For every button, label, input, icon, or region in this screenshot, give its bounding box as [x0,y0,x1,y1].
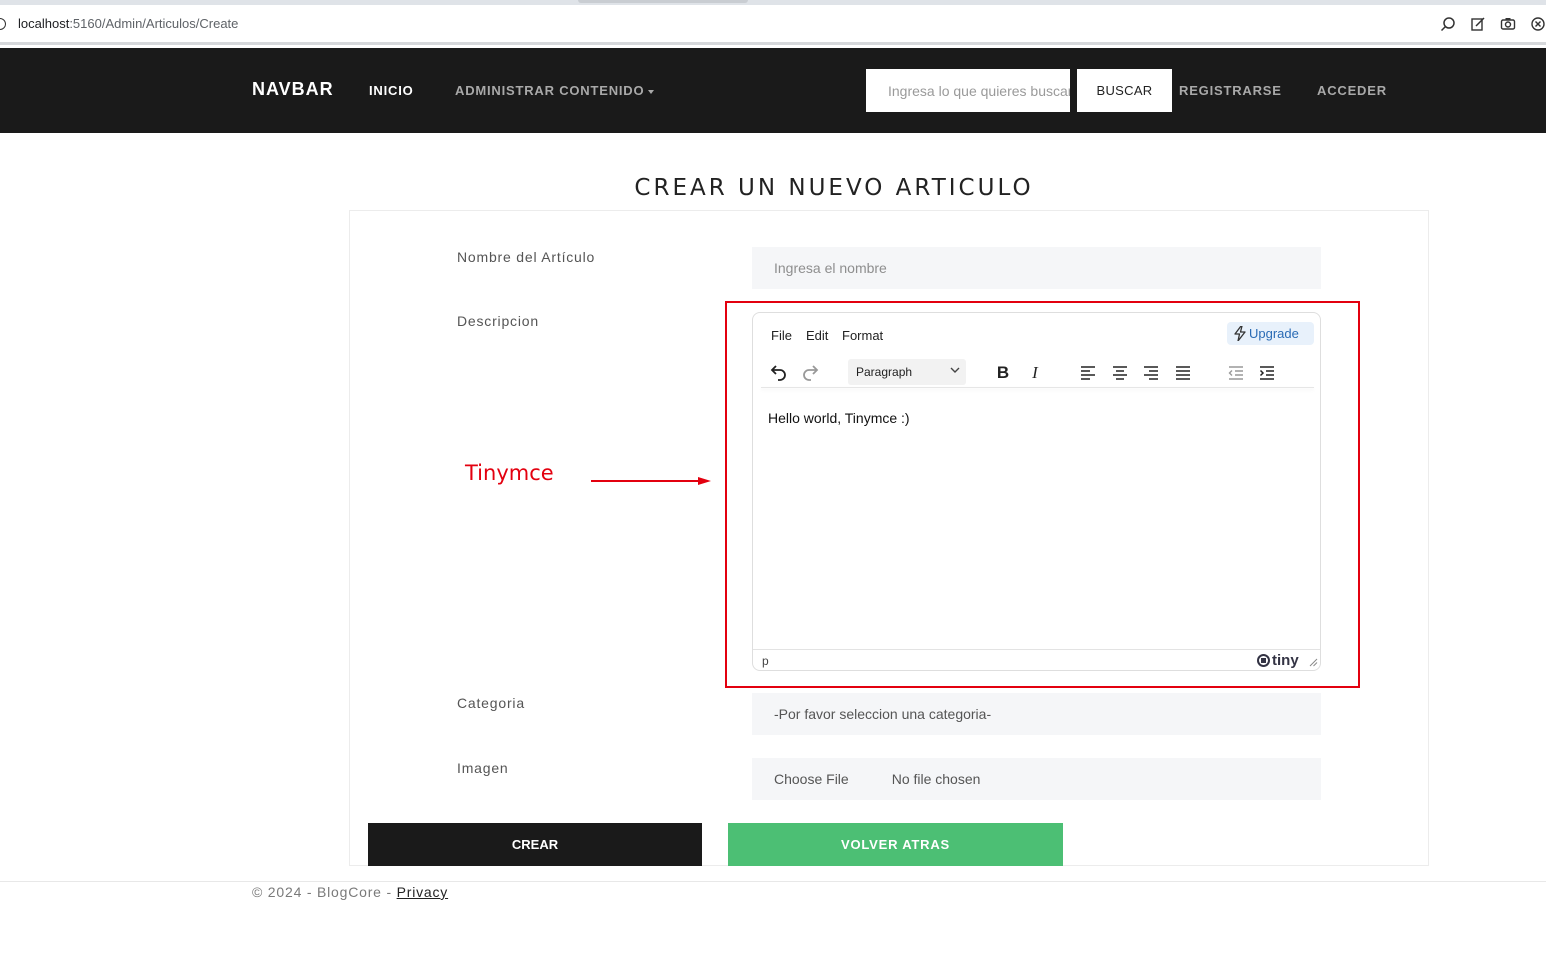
footer: © 2024 - BlogCore - Privacy [252,884,448,900]
nav-link-registrarse[interactable]: REGISTRARSE [1179,83,1282,98]
editor-content[interactable]: Hello world, Tinymce :) [768,410,910,426]
menu-file[interactable]: File [771,328,792,343]
nombre-input[interactable] [752,247,1321,289]
align-justify-icon[interactable] [1171,361,1195,385]
annotation-label: Tinymce [465,461,554,485]
menu-edit[interactable]: Edit [806,328,828,343]
tiny-logo[interactable]: tiny [1257,652,1299,669]
active-tab-hint [578,0,748,3]
bold-icon[interactable]: B [991,361,1015,385]
nav-search-input[interactable] [866,69,1070,112]
descripcion-label: Descripcion [457,313,539,329]
nav-dropdown-administrar[interactable]: ADMINISTRAR CONTENIDO [455,83,655,98]
url-path: :5160/Admin/Articulos/Create [69,16,239,31]
nombre-label: Nombre del Artículo [457,249,596,265]
edit-icon[interactable] [1469,15,1487,33]
editor-toolbar: Paragraph B I [753,357,1320,391]
categoria-select[interactable]: -Por favor seleccion una categoria- [752,693,1321,735]
imagen-file-input[interactable]: Choose File No file chosen [752,758,1321,800]
categoria-label: Categoria [457,695,525,711]
page-title: CREAR UN NUEVO ARTICULO [634,175,1034,201]
chevron-down-icon [950,367,960,373]
camera-icon[interactable] [1499,15,1517,33]
choose-file-button[interactable]: Choose File [774,771,849,787]
imagen-label: Imagen [457,760,509,776]
url-host: localhost [18,16,70,31]
zoom-icon[interactable] [1439,15,1457,33]
nav-link-acceder[interactable]: ACCEDER [1317,83,1387,98]
upgrade-label: Upgrade [1249,326,1299,341]
align-left-icon[interactable] [1076,361,1100,385]
footer-divider [0,881,1546,882]
tiny-logo-icon [1257,654,1270,667]
block-format-value: Paragraph [856,365,913,379]
menu-format[interactable]: Format [842,328,883,343]
caret-down-icon [648,89,655,94]
categoria-selected-value: -Por favor seleccion una categoria- [774,706,992,722]
blocked-icon[interactable] [1529,15,1546,33]
editor-statusbar: p tiny [753,649,1320,670]
element-path[interactable]: p [762,654,769,668]
file-status: No file chosen [891,771,981,787]
toolbar-divider [761,387,1314,388]
tiny-logo-text: tiny [1272,652,1299,669]
undo-icon[interactable] [766,361,790,385]
block-format-select[interactable]: Paragraph [848,359,966,385]
navbar-brand[interactable]: NAVBAR [252,79,334,100]
redo-icon[interactable] [799,361,823,385]
annotation-arrow-icon [591,477,711,485]
privacy-link[interactable]: Privacy [397,884,449,900]
outdent-icon[interactable] [1224,361,1248,385]
nav-dropdown-label: ADMINISTRAR CONTENIDO [455,83,645,98]
crear-button[interactable]: CREAR [368,823,702,866]
url-text[interactable]: localhost:5160/Admin/Articulos/Create [18,16,238,31]
search-button[interactable]: BUSCAR [1077,69,1172,112]
resize-handle-icon[interactable] [1309,658,1318,667]
rich-text-editor[interactable]: File Edit Format Upgrade Paragraph B I H… [752,312,1321,671]
volver-button[interactable]: VOLVER ATRAS [728,823,1063,866]
align-right-icon[interactable] [1139,361,1163,385]
nav-link-inicio[interactable]: INICIO [369,83,414,98]
footer-text: © 2024 - BlogCore - [252,884,397,900]
upgrade-button[interactable]: Upgrade [1227,322,1314,345]
address-bar[interactable]: localhost:5160/Admin/Articulos/Create [0,5,1546,45]
indent-icon[interactable] [1255,361,1279,385]
lightning-icon [1234,326,1246,341]
top-navbar: NAVBAR INICIO ADMINISTRAR CONTENIDO BUSC… [0,48,1546,133]
align-center-icon[interactable] [1108,361,1132,385]
italic-icon[interactable]: I [1023,361,1047,385]
site-info-icon[interactable] [0,18,6,30]
